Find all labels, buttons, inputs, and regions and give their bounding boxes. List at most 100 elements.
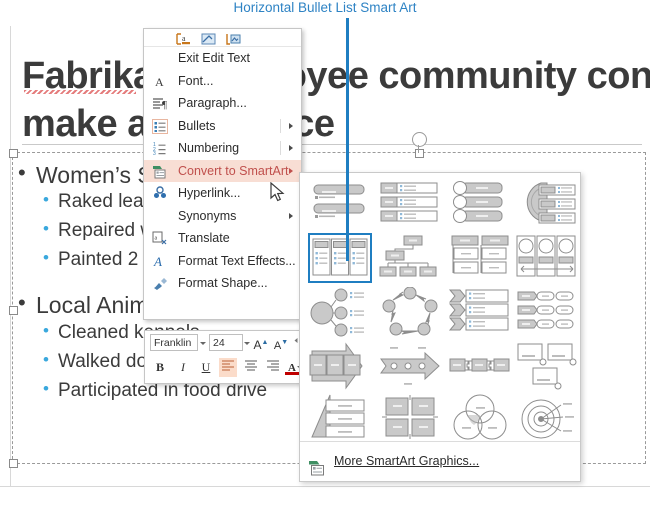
align-center-button[interactable] <box>242 358 260 377</box>
text-effects-icon: A <box>152 254 168 269</box>
smartart-item-vertical-curved-list[interactable] <box>515 179 579 229</box>
smartart-item-vertical-box-list[interactable] <box>378 179 442 229</box>
align-left-button[interactable] <box>219 358 237 377</box>
smartart-item-venn-diagram[interactable] <box>448 393 512 443</box>
align-right-button[interactable] <box>264 358 282 377</box>
smartart-item-vertical-process-arrow[interactable] <box>308 341 372 391</box>
menu-item-label: Format Text Effects... <box>178 253 296 268</box>
smartart-gallery-panel[interactable]: More SmartArt Graphics... <box>299 172 581 482</box>
smartart-icon <box>308 453 326 476</box>
svg-text:3: 3 <box>153 151 156 156</box>
smartart-item-hierarchy-list[interactable] <box>378 233 442 283</box>
spelling-error-underline <box>24 90 136 94</box>
format-shape-icon <box>152 276 168 291</box>
menu-item-convert-to-smartart[interactable]: Convert to SmartArt <box>144 159 301 182</box>
svg-text:¶: ¶ <box>162 99 167 111</box>
menu-item-label: Paragraph... <box>178 96 247 110</box>
chevron-right-icon <box>289 122 293 129</box>
smartart-item-horizontal-bullet-list[interactable] <box>308 233 372 283</box>
smartart-item-process-arrow-timeline[interactable] <box>378 341 442 391</box>
shrink-font-button[interactable]: A▼ <box>272 333 290 352</box>
more-smartart-graphics-item[interactable]: More SmartArt Graphics... <box>300 442 580 480</box>
chevron-right-icon <box>289 167 293 174</box>
svg-text:a: a <box>182 34 186 43</box>
font-name-caret-icon[interactable] <box>200 342 206 345</box>
mini-toolbar-row-1: Franklin 24 A▲ A▼ <box>145 331 307 356</box>
chevron-right-icon <box>289 212 293 219</box>
mini-toolbar-row-2: B I U A <box>145 356 303 381</box>
font-size-caret-icon[interactable] <box>244 342 250 345</box>
menu-item-format-shape[interactable]: Format Shape... <box>144 272 301 295</box>
rotate-handle-stem <box>418 145 419 153</box>
menu-item-exit-edit-text[interactable]: Exit Edit Text <box>144 47 301 70</box>
resize-handle-bottom-left[interactable] <box>9 459 18 468</box>
smartart-item-stacked-list[interactable] <box>515 287 579 337</box>
slide-title-line2[interactable]: make a difference <box>22 100 650 148</box>
bold-button[interactable]: B <box>151 358 169 377</box>
smartart-item-vertical-chevron-list[interactable] <box>448 287 512 337</box>
context-menu[interactable]: a Exit Edit Text A Font... ¶ Paragraph..… <box>143 28 302 320</box>
numbering-icon: 1 2 3 <box>152 141 168 157</box>
smartart-item-grouped-list[interactable] <box>515 233 579 283</box>
menu-item-label: Exit Edit Text <box>178 51 251 65</box>
underline-button[interactable]: U <box>197 358 215 377</box>
mini-format-toolbar[interactable]: Franklin 24 A▲ A▼ B I U A <box>144 330 307 384</box>
font-size-field[interactable]: 24 <box>209 334 243 351</box>
font-color-swatch <box>285 372 299 375</box>
italic-button[interactable]: I <box>174 358 192 377</box>
font-name-field[interactable]: Franklin <box>150 334 198 351</box>
title-divider-rule <box>22 144 642 145</box>
menu-item-format-text-effects[interactable]: A Format Text Effects... <box>144 250 301 273</box>
svg-text:A: A <box>153 254 162 269</box>
smartart-item-linked-process-list[interactable] <box>448 341 512 391</box>
menu-item-label: Format Shape... <box>178 276 268 290</box>
slide-bottom-edge <box>0 486 650 487</box>
convert-to-smartart-icon[interactable] <box>226 32 241 45</box>
smartart-icon <box>152 164 168 179</box>
menu-item-synonyms[interactable]: Synonyms <box>144 205 301 228</box>
hyperlink-icon <box>152 186 168 201</box>
chevron-right-icon <box>289 145 293 151</box>
font-icon: A <box>152 74 168 89</box>
menu-item-separator <box>280 118 281 133</box>
more-smartart-label: More SmartArt Graphics... <box>334 454 480 468</box>
menu-item-label: Hyperlink... <box>178 186 241 200</box>
smartart-item-matrix-quadrant[interactable] <box>378 393 442 443</box>
smartart-item-vertical-bullet-list[interactable] <box>308 179 372 229</box>
smartart-item-lined-list[interactable] <box>448 233 512 283</box>
menu-item-font[interactable]: A Font... <box>144 70 301 93</box>
menu-item-label: Bullets <box>178 118 216 133</box>
resize-handle-middle-left[interactable] <box>9 306 18 315</box>
grow-font-label: A <box>253 338 262 352</box>
smartart-item-continuous-cycle[interactable] <box>378 287 442 337</box>
smartart-item-target-radial[interactable] <box>515 393 579 443</box>
resize-handle-top-left[interactable] <box>9 149 18 158</box>
text-direction-icon[interactable]: a <box>176 32 191 45</box>
mouse-cursor <box>270 182 285 202</box>
menu-item-translate[interactable]: a Translate <box>144 227 301 250</box>
align-text-icon[interactable] <box>201 32 216 45</box>
menu-item-label: Translate <box>178 231 230 245</box>
menu-item-bullets[interactable]: Bullets <box>144 115 301 138</box>
menu-item-numbering[interactable]: 1 2 3 Numbering <box>144 137 301 160</box>
smartart-item-vertical-circle-list[interactable] <box>448 179 512 229</box>
svg-text:a: a <box>155 236 158 242</box>
menu-item-label: Convert to SmartArt <box>178 163 289 178</box>
resize-handle-top-center[interactable] <box>415 149 424 158</box>
menu-item-label: Font... <box>178 73 214 88</box>
smartart-item-pyramid-list[interactable] <box>308 393 372 443</box>
context-menu-icon-row: a <box>144 29 301 47</box>
menu-item-paragraph[interactable]: ¶ Paragraph... <box>144 92 301 115</box>
smartart-gallery-grid <box>300 177 580 440</box>
translate-icon: a <box>152 231 168 246</box>
smartart-item-radial-list[interactable] <box>308 287 372 337</box>
paragraph-icon: ¶ <box>152 96 168 111</box>
bullets-icon <box>152 118 168 134</box>
grow-font-button[interactable]: A▲ <box>252 333 270 352</box>
menu-item-separator <box>280 141 281 155</box>
rotate-handle[interactable] <box>412 132 427 147</box>
menu-item-label: Numbering <box>178 141 240 155</box>
callout-leader-line <box>346 18 349 261</box>
smartart-item-hierarchy-nodes[interactable] <box>515 341 579 391</box>
callout-label: Horizontal Bullet List Smart Art <box>233 0 417 15</box>
